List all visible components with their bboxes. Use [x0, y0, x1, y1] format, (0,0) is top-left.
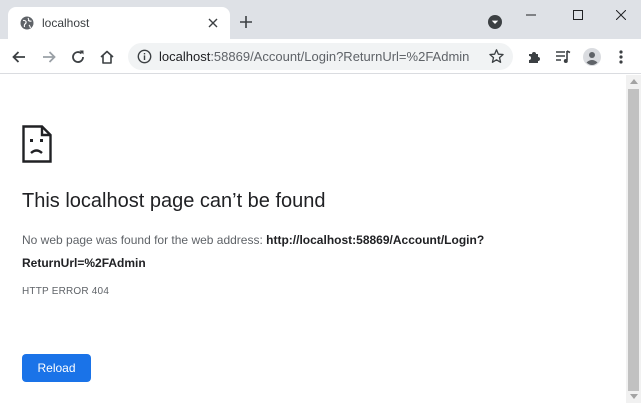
- error-code: HTTP ERROR 404: [22, 286, 110, 297]
- reading-list-button[interactable]: [553, 47, 573, 67]
- tab-close-button[interactable]: [206, 16, 220, 30]
- browser-toolbar: localhost:58869/Account/Login?ReturnUrl=…: [0, 39, 641, 74]
- forward-button[interactable]: [39, 47, 59, 67]
- chevron-down-circle-icon: [488, 15, 502, 29]
- tab-strip: localhost: [0, 0, 641, 39]
- puzzle-icon: [529, 52, 540, 63]
- profile-icon: [583, 48, 601, 66]
- extensions-button[interactable]: [524, 47, 544, 67]
- close-icon: [208, 18, 218, 28]
- maximize-button[interactable]: [565, 3, 591, 27]
- reload-button[interactable]: Reload: [22, 354, 91, 382]
- star-icon[interactable]: [488, 48, 505, 65]
- reload-toolbar-button[interactable]: [68, 47, 88, 67]
- home-button[interactable]: [97, 47, 117, 67]
- page-title: This localhost page can’t be found: [22, 190, 326, 212]
- reading-list-icon: [556, 50, 571, 63]
- url-host: localhost: [159, 49, 211, 64]
- info-icon[interactable]: [137, 49, 152, 64]
- reload-icon: [72, 50, 84, 63]
- scrollbar-thumb[interactable]: [628, 89, 639, 391]
- back-button[interactable]: [9, 47, 29, 67]
- tab-title: localhost: [42, 16, 90, 30]
- globe-icon: [20, 16, 34, 30]
- scroll-down-arrow-icon[interactable]: [630, 394, 638, 399]
- tab-search-button[interactable]: [486, 13, 504, 31]
- maximize-icon: [573, 10, 583, 20]
- url-text[interactable]: localhost:58869/Account/Login?ReturnUrl=…: [159, 49, 469, 65]
- minimize-button[interactable]: [518, 3, 544, 27]
- forward-arrow-icon: [43, 51, 56, 63]
- minimize-icon: [526, 14, 536, 16]
- back-arrow-icon: [12, 51, 25, 63]
- address-bar[interactable]: localhost:58869/Account/Login?ReturnUrl=…: [128, 43, 513, 70]
- error-message: No web page was found for the web addres…: [22, 229, 602, 275]
- window-close-button[interactable]: [608, 3, 634, 27]
- profile-button[interactable]: [582, 47, 602, 67]
- menu-button[interactable]: [611, 47, 631, 67]
- plus-icon: [240, 16, 252, 28]
- url-path: :58869/Account/Login?ReturnUrl=%2FAdmin: [210, 49, 470, 64]
- close-icon: [616, 10, 626, 20]
- home-icon: [100, 50, 114, 64]
- vertical-scrollbar[interactable]: [626, 75, 641, 403]
- new-tab-button[interactable]: [236, 12, 256, 32]
- browser-tab[interactable]: localhost: [8, 7, 230, 39]
- page-content: This localhost page can’t be found No we…: [0, 75, 626, 403]
- scroll-up-arrow-icon[interactable]: [630, 79, 638, 84]
- sad-page-icon: [22, 125, 52, 163]
- error-message-text: No web page was found for the web addres…: [22, 233, 267, 247]
- more-vert-icon: [619, 50, 623, 64]
